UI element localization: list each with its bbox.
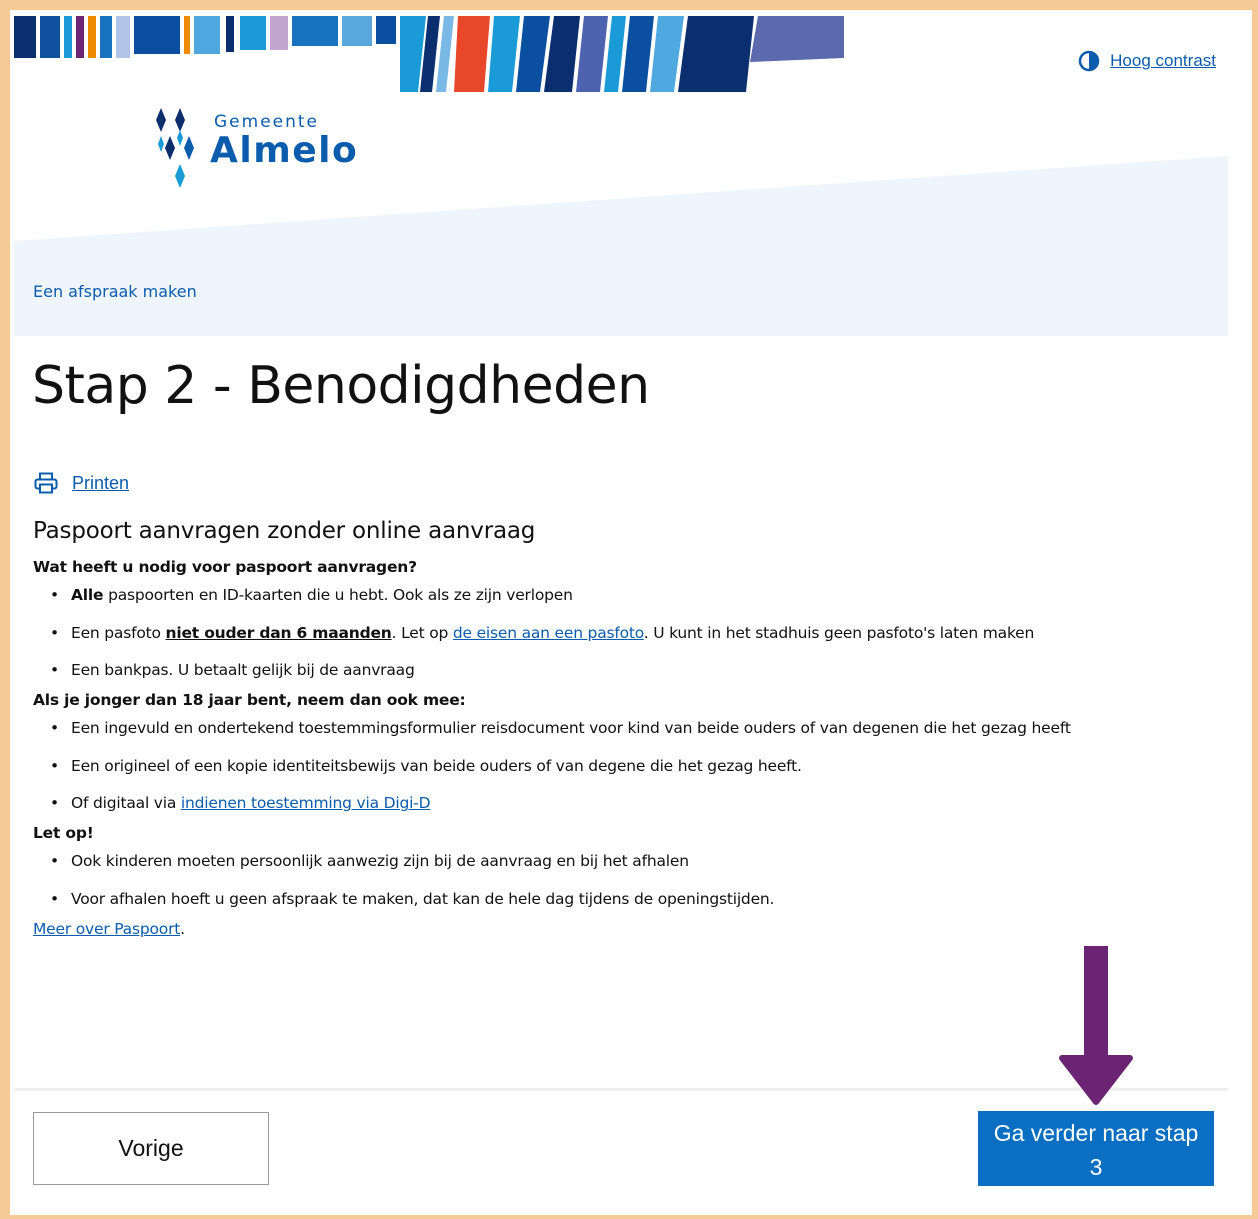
content-heading: Paspoort aanvragen zonder online aanvraa… — [33, 518, 536, 544]
header-stripes-decoration — [14, 16, 844, 92]
list-item: Voor afhalen hoeft u geen afspraak te ma… — [33, 890, 1213, 909]
next-step-button[interactable]: Ga verder naar stap 3 — [978, 1111, 1214, 1186]
requirements-list: Alle paspoorten en ID-kaarten die u hebt… — [33, 586, 1213, 680]
list-item-text: Een ingevuld en ondertekend toestemmings… — [71, 719, 1071, 738]
logo-text-almelo: Almelo — [210, 130, 359, 171]
list-item-text: Ook kinderen moeten persoonlijk aanwezig… — [71, 852, 689, 871]
list-item-text: Een origineel of een kopie identiteitsbe… — [71, 756, 802, 775]
high-contrast-toggle[interactable]: Hoog contrast — [1078, 50, 1216, 72]
list-item: Alle paspoorten en ID-kaarten die u hebt… — [33, 586, 1213, 605]
next-step-label-line2: 3 — [1089, 1153, 1103, 1180]
logo-text-gemeente: Gemeente — [214, 112, 320, 132]
contrast-icon — [1078, 50, 1100, 72]
punctuation: . — [180, 919, 185, 938]
annotation-arrow-icon — [1059, 946, 1133, 1105]
list-item: Een origineel of een kopie identiteitsbe… — [33, 757, 1213, 776]
emphasis-text: Alle — [71, 586, 104, 604]
list-item: Een bankpas. U betaalt gelijk bij de aan… — [33, 661, 1213, 680]
pasfoto-requirements-link[interactable]: de eisen aan een pasfoto — [453, 624, 644, 642]
list-item: Een ingevuld en ondertekend toestemmings… — [33, 719, 1213, 738]
breadcrumb-link[interactable]: Een afspraak maken — [33, 282, 197, 301]
list-item-text: Voor afhalen hoeft u geen afspraak te ma… — [71, 889, 775, 908]
section-title-attention: Let op! — [33, 824, 94, 843]
next-step-label-line1: Ga verder naar stap — [993, 1119, 1199, 1146]
site-header: Hoog contrast Gemeente Almelo Een afspra… — [14, 16, 1228, 336]
under-18-list: Een ingevuld en ondertekend toestemmings… — [33, 719, 1213, 813]
logo-diamonds-icon — [156, 108, 194, 188]
list-item-text: Een bankpas. U betaalt gelijk bij de aan… — [71, 661, 415, 680]
list-item-text: . U kunt in het stadhuis geen pasfoto's … — [643, 623, 1035, 642]
list-item-text: . Let op — [391, 623, 453, 642]
list-item-text: Of digitaal via — [71, 794, 181, 813]
section-title-requirements: Wat heeft u nodig voor paspoort aanvrage… — [33, 558, 417, 576]
list-item: Een pasfoto niet ouder dan 6 maanden. Le… — [33, 624, 1213, 643]
print-icon — [34, 472, 58, 494]
more-about-passport-link[interactable]: Meer over Paspoort — [33, 920, 180, 938]
section-title-under-18: Als je jonger dan 18 jaar bent, neem dan… — [33, 691, 466, 710]
print-action[interactable]: Printen — [34, 472, 129, 494]
list-item-text: paspoorten en ID-kaarten die u hebt. Ook… — [103, 586, 573, 604]
print-link[interactable]: Printen — [72, 473, 129, 494]
previous-button[interactable]: Vorige — [33, 1112, 269, 1185]
list-item: Ook kinderen moeten persoonlijk aanwezig… — [33, 852, 1213, 871]
high-contrast-link[interactable]: Hoog contrast — [1110, 51, 1216, 71]
gemeente-almelo-logo[interactable]: Gemeente Almelo — [152, 108, 392, 198]
page-title: Stap 2 - Benodigdheden — [32, 356, 650, 416]
list-item: Of digitaal via indienen toestemming via… — [33, 794, 1213, 813]
digid-consent-link[interactable]: indienen toestemming via Digi-D — [181, 794, 431, 812]
attention-list: Ook kinderen moeten persoonlijk aanwezig… — [33, 852, 1213, 909]
emphasis-text: niet ouder dan 6 maanden — [165, 623, 392, 642]
more-info: Meer over Paspoort. — [33, 920, 1213, 938]
list-item-text: Een pasfoto — [71, 623, 166, 642]
main-content: Paspoort aanvragen zonder online aanvraa… — [33, 518, 1213, 938]
